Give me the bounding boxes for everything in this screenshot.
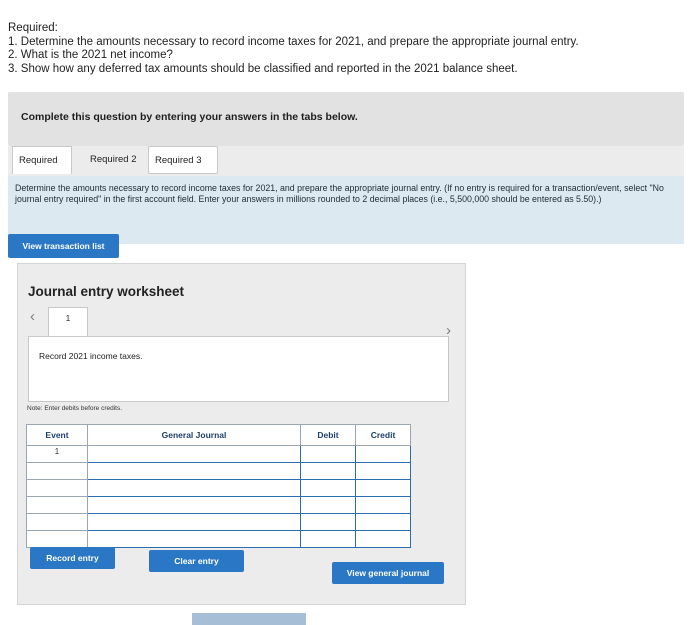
event-cell	[26, 462, 88, 480]
debit-input[interactable]	[300, 479, 356, 497]
worksheet-title: Journal entry worksheet	[28, 284, 185, 299]
table-row	[26, 479, 411, 497]
debit-input[interactable]	[300, 462, 356, 480]
credit-input[interactable]	[355, 496, 411, 514]
record-entry-button[interactable]: Record entry	[30, 547, 115, 569]
credit-input[interactable]	[355, 513, 411, 531]
column-header-general-journal: General Journal	[87, 424, 301, 446]
requirement-3: 3. Show how any deferred tax amounts sho…	[8, 62, 518, 75]
instruction-bar: Complete this question by entering your …	[8, 92, 684, 146]
tabs-row: Required 1 Required 2 Required 3	[8, 146, 684, 194]
debit-input[interactable]	[300, 496, 356, 514]
tab-required-3[interactable]: Required 3	[148, 146, 218, 174]
credit-input[interactable]	[355, 462, 411, 480]
table-row	[26, 496, 411, 514]
credit-input[interactable]	[355, 445, 411, 463]
account-input[interactable]	[87, 479, 301, 497]
table-row	[26, 462, 411, 480]
record-description-box: Record 2021 income taxes.	[28, 336, 449, 402]
chevron-left-icon[interactable]: ‹	[30, 308, 35, 325]
requirements-block: Required: 1. Determine the amounts neces…	[8, 22, 668, 76]
event-cell	[26, 479, 88, 497]
bottom-navigation-strip[interactable]	[192, 613, 306, 625]
panel-description: Determine the amounts necessary to recor…	[15, 183, 664, 204]
debit-input[interactable]	[300, 513, 356, 531]
requirements-title: Required:	[8, 22, 58, 34]
event-cell: 1	[26, 445, 88, 463]
column-header-debit: Debit	[300, 424, 356, 446]
tab-required-2[interactable]: Required 2	[84, 146, 144, 174]
debit-input[interactable]	[300, 445, 356, 463]
account-input[interactable]	[87, 513, 301, 531]
credit-input[interactable]	[355, 530, 411, 548]
event-cell	[26, 496, 88, 514]
table-row	[26, 530, 411, 548]
column-header-event: Event	[26, 424, 88, 446]
column-header-credit: Credit	[355, 424, 411, 446]
tab-required-1[interactable]: Required 1	[12, 146, 72, 194]
event-cell	[26, 513, 88, 531]
account-input[interactable]	[87, 530, 301, 548]
instruction-text: Complete this question by entering your …	[21, 111, 358, 123]
account-input[interactable]	[87, 445, 301, 463]
credit-input[interactable]	[355, 479, 411, 497]
account-input[interactable]	[87, 462, 301, 480]
table-row: 1	[26, 445, 411, 463]
page-number-tab[interactable]: 1	[48, 307, 88, 338]
view-general-journal-button[interactable]: View general journal	[332, 562, 444, 584]
clear-entry-button[interactable]: Clear entry	[149, 550, 244, 572]
journal-entry-worksheet: Journal entry worksheet ‹ 1 › Record 202…	[17, 263, 466, 605]
event-cell	[26, 530, 88, 548]
requirement-1: 1. Determine the amounts necessary to re…	[8, 35, 579, 48]
requirement-2: 2. What is the 2021 net income?	[8, 49, 173, 61]
debit-input[interactable]	[300, 530, 356, 548]
view-transaction-list-button[interactable]: View transaction list	[8, 234, 119, 258]
record-description: Record 2021 income taxes.	[39, 351, 143, 361]
table-row	[26, 513, 411, 531]
account-input[interactable]	[87, 496, 301, 514]
journal-table: Event General Journal Debit Credit 1	[26, 424, 411, 548]
note-text: Note: Enter debits before credits.	[27, 405, 123, 412]
